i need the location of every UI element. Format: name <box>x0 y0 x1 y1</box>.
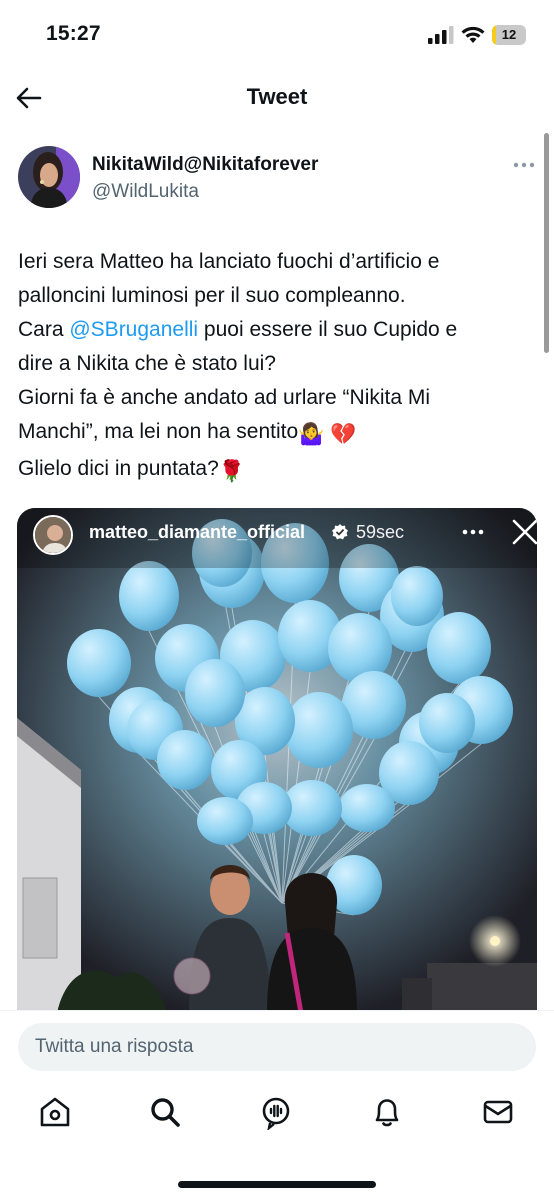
story-username[interactable]: matteo_diamante_official <box>89 522 305 543</box>
author-name[interactable]: NikitaWild@Nikitaforever <box>92 154 318 176</box>
home-icon[interactable] <box>37 1094 73 1130</box>
balloon <box>119 561 179 631</box>
balloon <box>339 784 395 832</box>
scrollbar[interactable] <box>544 133 549 353</box>
status-bar: 15:27 12 <box>0 0 554 70</box>
wifi-icon <box>461 26 485 43</box>
broken-heart-emoji: 💔 <box>330 423 357 446</box>
tweet-text-fragment: Cara <box>18 318 70 341</box>
tweet-text-fragment: Glielo dici in puntata? <box>18 457 219 480</box>
author-handle[interactable]: @WildLukita <box>92 181 199 203</box>
tweet-line: palloncini luminosi per il suo compleann… <box>18 284 406 307</box>
balloon <box>391 566 443 626</box>
reply-input[interactable] <box>18 1023 536 1071</box>
more-options-icon[interactable] <box>512 160 536 170</box>
page-title: Tweet <box>246 84 308 109</box>
header: Tweet <box>0 70 554 126</box>
tweet-line: Manchi”, ma lei non ha sentito🤷‍♀️ 💔 <box>18 415 544 452</box>
tweet-line: Giorni fa è anche andato ad urlare “Niki… <box>18 386 431 409</box>
home-indicator[interactable] <box>178 1181 376 1188</box>
balloon <box>419 693 475 753</box>
story-user-avatar[interactable] <box>33 515 73 555</box>
tweet-line: Cara @SBruganelli puoi essere il suo Cup… <box>18 313 544 347</box>
verified-badge-icon <box>332 524 348 540</box>
balloon <box>157 730 213 790</box>
shrug-emoji: 🤷‍♀️ <box>298 423 325 446</box>
tweet-text-fragment: Manchi”, ma lei non ha sentito <box>18 420 299 443</box>
rose-emoji: 🌹 <box>218 460 245 483</box>
balloon <box>285 692 353 768</box>
mention-link[interactable]: @SBruganelli <box>69 318 198 341</box>
tweet-media[interactable]: matteo_diamante_official 59sec <box>17 508 537 1013</box>
status-time: 15:27 <box>46 22 101 45</box>
notifications-bell-icon[interactable] <box>369 1094 405 1130</box>
balloon <box>185 659 245 727</box>
story-photo <box>17 508 537 1013</box>
search-icon[interactable] <box>147 1094 183 1130</box>
battery-icon: 12 <box>492 25 526 45</box>
signal-bars-icon <box>428 26 454 44</box>
messages-envelope-icon[interactable] <box>480 1094 516 1130</box>
tweet-text-fragment: puoi essere il suo Cupido e <box>198 318 458 341</box>
tweet-text: Ieri sera Matteo ha lanciato fuochi d’ar… <box>18 245 544 489</box>
story-more-icon[interactable] <box>461 528 485 536</box>
tweet-line: Glielo dici in puntata?🌹 <box>18 452 544 489</box>
author-avatar[interactable] <box>18 146 80 208</box>
balloon <box>427 612 491 684</box>
tweet-line: dire a Nikita che è stato lui? <box>18 352 276 375</box>
balloon <box>197 797 253 845</box>
spaces-icon[interactable] <box>258 1094 294 1130</box>
tweet-line: Ieri sera Matteo ha lanciato fuochi d’ar… <box>18 250 440 273</box>
story-close-icon[interactable] <box>511 518 537 546</box>
story-timestamp: 59sec <box>356 522 405 542</box>
balloon <box>67 629 131 697</box>
battery-level: 12 <box>501 27 517 42</box>
